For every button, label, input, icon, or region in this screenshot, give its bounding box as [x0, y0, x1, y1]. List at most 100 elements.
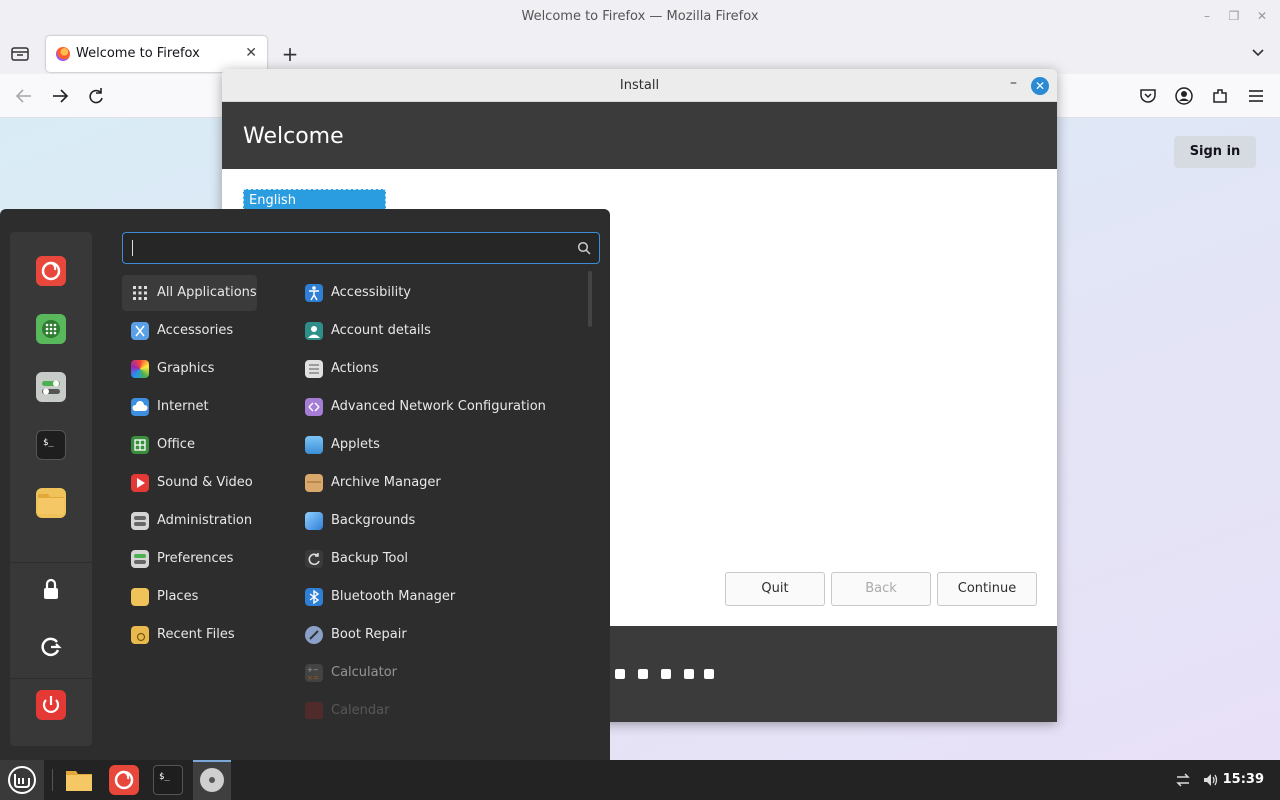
step-dot [661, 669, 671, 679]
install-heading: Welcome [243, 124, 344, 149]
search-input[interactable] [129, 237, 569, 259]
graphics-icon [131, 360, 149, 378]
install-titlebar: Install – ✕ [222, 69, 1057, 102]
files-folder-icon[interactable] [36, 488, 66, 518]
svg-text:$_: $_ [159, 772, 170, 782]
svg-text:×=: ×= [307, 674, 319, 682]
app-applets[interactable]: Applets [296, 427, 576, 463]
category-graphics[interactable]: Graphics [122, 351, 257, 387]
app-advanced-network-configuration[interactable]: Advanced Network Configuration [296, 389, 576, 425]
continue-button[interactable]: Continue [937, 572, 1037, 606]
account-icon[interactable] [1174, 86, 1194, 106]
firefox-icon[interactable] [36, 256, 66, 286]
minimize-icon[interactable]: – [1010, 75, 1017, 91]
app-calendar[interactable]: Calendar [296, 693, 576, 719]
calendar-icon [305, 702, 323, 719]
mint-menu-icon[interactable] [0, 760, 44, 800]
favorites-column: $_ [10, 232, 92, 746]
app-calculator[interactable]: +− ×= Calculator [296, 655, 576, 691]
category-recent-files[interactable]: Recent Files [122, 617, 257, 653]
search-field[interactable] [122, 232, 600, 264]
app-label: Bluetooth Manager [331, 589, 456, 604]
app-label: Calculator [331, 665, 398, 680]
settings-icon[interactable] [36, 372, 66, 402]
firefox-icon[interactable] [109, 765, 139, 795]
category-label: All Applications [157, 285, 257, 300]
sign-in-button[interactable]: Sign in [1174, 136, 1256, 168]
tab-label: Welcome to Firefox [76, 46, 200, 61]
accessibility-icon [305, 284, 323, 302]
hamburger-menu-icon[interactable] [1246, 86, 1266, 106]
scrollbar[interactable] [588, 271, 592, 327]
backgrounds-icon [305, 512, 323, 530]
firefox-view-icon[interactable] [10, 44, 30, 64]
accessories-icon [131, 322, 149, 340]
terminal-icon[interactable]: $_ [153, 765, 183, 795]
language-list-item-selected[interactable]: English [243, 189, 386, 211]
new-tab-plus-icon[interactable]: + [280, 42, 300, 66]
lock-icon[interactable] [36, 574, 66, 604]
pocket-icon[interactable] [1138, 86, 1158, 106]
app-boot-repair[interactable]: Boot Repair [296, 617, 576, 653]
app-label: Actions [331, 361, 379, 376]
boot-repair-icon [305, 626, 323, 644]
category-label: Internet [157, 399, 209, 414]
category-all-applications[interactable]: All Applications [122, 275, 257, 311]
category-label: Sound & Video [157, 475, 253, 490]
category-label: Administration [157, 513, 253, 528]
svg-text:$_: $_ [43, 438, 54, 448]
step-dot [704, 669, 714, 679]
install-header: Welcome [222, 102, 1057, 169]
close-icon[interactable]: ✕ [1031, 77, 1049, 95]
category-internet[interactable]: Internet [122, 389, 257, 425]
category-places[interactable]: Places [122, 579, 257, 615]
category-sound-video[interactable]: Sound & Video [122, 465, 257, 501]
power-icon[interactable] [36, 690, 66, 720]
category-office[interactable]: Office [122, 427, 257, 463]
chevron-down-icon[interactable] [1250, 44, 1266, 60]
session-separator [10, 678, 92, 679]
maximize-icon[interactable]: ❐ [1227, 9, 1241, 23]
favorites-separator [10, 562, 92, 563]
minimize-icon[interactable]: – [1200, 9, 1214, 23]
back-button[interactable]: Back [831, 572, 931, 606]
administration-icon [131, 512, 149, 530]
category-preferences[interactable]: Preferences [122, 541, 257, 577]
back-arrow-icon[interactable] [13, 85, 35, 107]
close-icon[interactable]: ✕ [1255, 9, 1269, 23]
tab-welcome[interactable]: Welcome to Firefox ✕ [46, 36, 267, 72]
volume-icon[interactable] [1202, 771, 1220, 789]
tab-close-icon[interactable]: ✕ [245, 45, 257, 61]
category-label: Recent Files [157, 627, 235, 642]
firefox-titlebar: Welcome to Firefox — Mozilla Firefox – ❐… [0, 0, 1280, 34]
app-accessibility[interactable]: Accessibility [296, 275, 576, 311]
forward-arrow-icon[interactable] [49, 85, 71, 107]
network-tray-icon[interactable] [1174, 771, 1192, 789]
terminal-icon[interactable]: $_ [36, 430, 66, 460]
text-caret [132, 240, 133, 256]
app-actions[interactable]: Actions [296, 351, 576, 387]
app-archive-manager[interactable]: Archive Manager [296, 465, 576, 501]
files-folder-icon[interactable] [64, 765, 94, 795]
taskbar-separator [52, 769, 53, 791]
app-backup-tool[interactable]: Backup Tool [296, 541, 576, 577]
category-accessories[interactable]: Accessories [122, 313, 257, 349]
app-label: Backgrounds [331, 513, 416, 528]
grid-icon [131, 284, 149, 302]
app-account-details[interactable]: Account details [296, 313, 576, 349]
network-icon [305, 398, 323, 416]
clock[interactable]: 15:39 [1223, 772, 1264, 787]
logout-icon[interactable] [36, 632, 66, 662]
step-dot [684, 669, 694, 679]
app-backgrounds[interactable]: Backgrounds [296, 503, 576, 539]
folder-icon [131, 588, 149, 606]
extensions-icon[interactable] [1210, 86, 1230, 106]
reload-icon[interactable] [85, 85, 107, 107]
category-label: Accessories [157, 323, 234, 338]
quit-button[interactable]: Quit [725, 572, 825, 606]
category-label: Preferences [157, 551, 234, 566]
app-bluetooth-manager[interactable]: Bluetooth Manager [296, 579, 576, 615]
taskbar-installer-active[interactable] [193, 760, 231, 800]
category-administration[interactable]: Administration [122, 503, 257, 539]
software-manager-icon[interactable] [36, 314, 66, 344]
